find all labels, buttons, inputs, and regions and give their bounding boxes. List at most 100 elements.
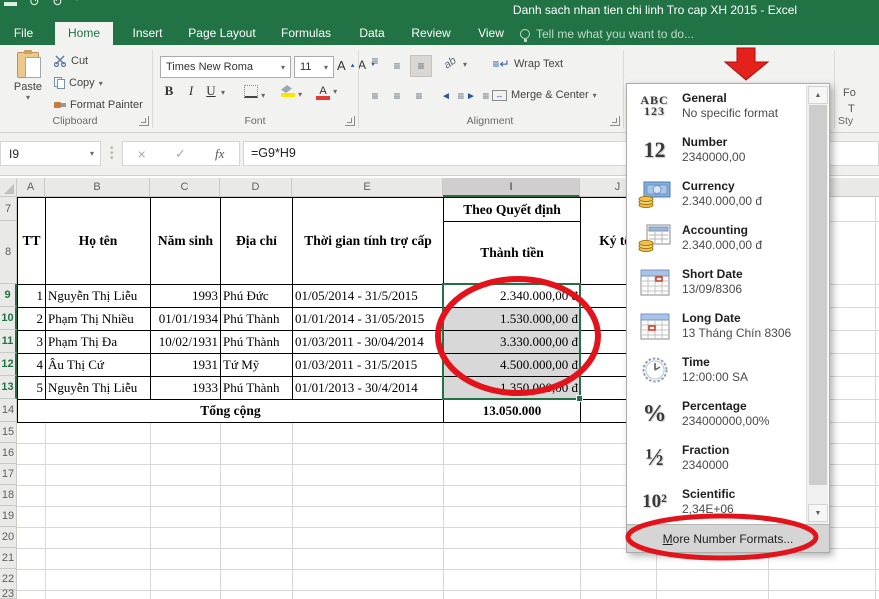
row-header-7[interactable]: 7 — [0, 197, 17, 221]
cell-E10[interactable]: 01/01/2014 - 31/05/2015 — [292, 307, 444, 331]
row-header-9[interactable]: 9 — [0, 284, 17, 307]
align-right-button[interactable]: ≡ — [410, 89, 428, 103]
format-option-general[interactable]: ABC 123 General No specific format — [627, 84, 807, 128]
cell-C10[interactable]: 01/01/1934 — [150, 307, 221, 331]
format-option-number[interactable]: 12 Number 2340000,00 — [627, 128, 807, 172]
cell-I11[interactable]: 3.330.000,00 đ — [443, 330, 581, 354]
format-option-time[interactable]: Time 12:00:00 SA — [627, 348, 807, 392]
tab-data[interactable]: Data — [348, 22, 396, 45]
cell-E13[interactable]: 01/01/2013 - 30/4/2014 — [292, 376, 444, 400]
column-header-B[interactable]: B — [45, 178, 150, 197]
clipboard-dialog-launcher[interactable] — [139, 116, 149, 126]
alignment-dialog-launcher[interactable] — [610, 116, 620, 126]
cell-I14-total[interactable]: 13.050.000 — [443, 399, 581, 423]
cell-C9[interactable]: 1993 — [150, 284, 221, 308]
tab-insert[interactable]: Insert — [120, 22, 175, 45]
row-header-11[interactable]: 11 — [0, 330, 17, 353]
scroll-down-icon[interactable]: ▼ — [808, 504, 828, 522]
cell-A12[interactable]: 4 — [17, 353, 46, 377]
column-header-I[interactable]: I — [443, 178, 580, 197]
font-size-combo[interactable]: 11 ▾ — [294, 56, 334, 78]
cell-I9[interactable]: 2.340.000,00 đ — [443, 284, 581, 308]
scrollbar-thumb[interactable] — [809, 105, 827, 485]
row-header-15[interactable]: 15 — [0, 422, 17, 443]
cut-button[interactable]: Cut — [54, 55, 88, 67]
header-cell-birth[interactable]: Năm sinh — [150, 197, 221, 285]
fill-color-button[interactable]: ▾ — [281, 85, 302, 100]
font-name-combo[interactable]: Times New Roma ▾ — [160, 56, 291, 78]
format-painter-button[interactable]: Format Painter — [54, 99, 143, 111]
format-option-fraction[interactable]: ½ Fraction 2340000 — [627, 436, 807, 480]
increase-font-button[interactable]: A ▲ — [337, 58, 356, 73]
cell-E9[interactable]: 01/05/2014 - 31/5/2015 — [292, 284, 444, 308]
font-color-button[interactable]: A ▾ — [316, 85, 337, 100]
cell-D10[interactable]: Phú Thành — [220, 307, 293, 331]
name-box[interactable]: I9 ▾ — [0, 141, 101, 166]
format-option-scientific[interactable]: 10² Scientific 2,34E+06 — [627, 480, 807, 524]
cell-E12[interactable]: 01/03/2011 - 31/5/2015 — [292, 353, 444, 377]
cell-D9[interactable]: Phú Đức — [220, 284, 293, 308]
cell-A10[interactable]: 2 — [17, 307, 46, 331]
cell-D12[interactable]: Tứ Mỹ — [220, 353, 293, 377]
wrap-text-button[interactable]: ≡↵ Wrap Text — [492, 57, 563, 71]
align-left-button[interactable]: ≡ — [366, 89, 384, 103]
column-header-C[interactable]: C — [150, 178, 220, 197]
column-header-D[interactable]: D — [220, 178, 292, 197]
qat-customize-icon[interactable]: ▾ — [75, 0, 79, 10]
italic-button[interactable]: I — [182, 83, 200, 99]
insert-function-icon[interactable]: fx — [215, 146, 224, 162]
undo-icon[interactable]: ↺ — [29, 0, 40, 10]
borders-button[interactable]: ▾ — [244, 85, 265, 101]
cancel-icon[interactable]: × — [138, 146, 146, 162]
format-option-accounting[interactable]: Accounting 2.340.000,00 đ — [627, 216, 807, 260]
orientation-button[interactable]: ab — [442, 55, 459, 72]
select-all-corner[interactable] — [0, 178, 17, 197]
row-header-10[interactable]: 10 — [0, 307, 17, 330]
underline-dropdown-icon[interactable]: ▾ — [221, 88, 225, 97]
cell-I13[interactable]: 1.350.000,00 đ — [443, 376, 581, 400]
cell-A13[interactable]: 5 — [17, 376, 46, 400]
format-option-currency[interactable]: Currency 2.340.000,00 đ — [627, 172, 807, 216]
row-header-8[interactable]: 8 — [0, 221, 17, 284]
row-header-23[interactable]: 23 — [0, 588, 17, 599]
cell-B12[interactable]: Âu Thị Cứ — [45, 353, 151, 377]
more-number-formats-item[interactable]: More Number Formats... — [627, 524, 829, 552]
top-align-button[interactable]: ≡ — [366, 55, 384, 67]
row-header-13[interactable]: 13 — [0, 376, 17, 399]
header-cell-addr[interactable]: Địa chỉ — [220, 197, 293, 285]
save-icon[interactable]: ▬ — [4, 0, 17, 10]
cell-B10[interactable]: Phạm Thị Nhiều — [45, 307, 151, 331]
cell-A11[interactable]: 3 — [17, 330, 46, 354]
format-option-percentage[interactable]: % Percentage 234000000,00% — [627, 392, 807, 436]
formula-bar-resizer[interactable]: • • • — [110, 144, 114, 164]
row-header-22[interactable]: 22 — [0, 569, 17, 590]
cell-C12[interactable]: 1931 — [150, 353, 221, 377]
row-header-18[interactable]: 18 — [0, 485, 17, 506]
paste-button[interactable]: Paste ▾ — [8, 50, 48, 118]
tab-page-layout[interactable]: Page Layout — [180, 22, 264, 45]
format-option-short-date[interactable]: Short Date 13/09/8306 — [627, 260, 807, 304]
row-header-17[interactable]: 17 — [0, 464, 17, 485]
cell-D11[interactable]: Phú Thành — [220, 330, 293, 354]
cell-E11[interactable]: 01/03/2011 - 30/04/2014 — [292, 330, 444, 354]
cell-A9[interactable]: 1 — [17, 284, 46, 308]
tell-me-box[interactable]: Tell me what you want to do... — [520, 22, 694, 45]
cell-B11[interactable]: Phạm Thị Đa — [45, 330, 151, 354]
menu-scrollbar[interactable]: ▲ ▼ — [806, 85, 828, 524]
merge-center-button[interactable]: ↔ Merge & Center ▾ — [492, 89, 597, 101]
increase-indent-button[interactable]: ► ≡ — [466, 89, 492, 103]
tab-formulas[interactable]: Formulas — [270, 22, 342, 45]
cell-C11[interactable]: 10/02/1931 — [150, 330, 221, 354]
cell-C13[interactable]: 1933 — [150, 376, 221, 400]
scroll-up-icon[interactable]: ▲ — [808, 86, 828, 104]
tab-view[interactable]: View — [466, 22, 516, 45]
tab-review[interactable]: Review — [400, 22, 462, 45]
header-cell-decision[interactable]: Theo Quyết định — [443, 197, 581, 222]
column-header-A[interactable]: A — [17, 178, 45, 197]
format-option-long-date[interactable]: Long Date 13 Tháng Chín 8306 — [627, 304, 807, 348]
header-cell-name[interactable]: Họ tên — [45, 197, 151, 285]
cell-I12[interactable]: 4.500.000,00 đ — [443, 353, 581, 377]
bottom-align-button[interactable]: ≡ — [410, 55, 432, 77]
underline-button[interactable]: U — [202, 83, 220, 99]
header-cell-amount[interactable]: Thành tiền — [443, 221, 581, 285]
